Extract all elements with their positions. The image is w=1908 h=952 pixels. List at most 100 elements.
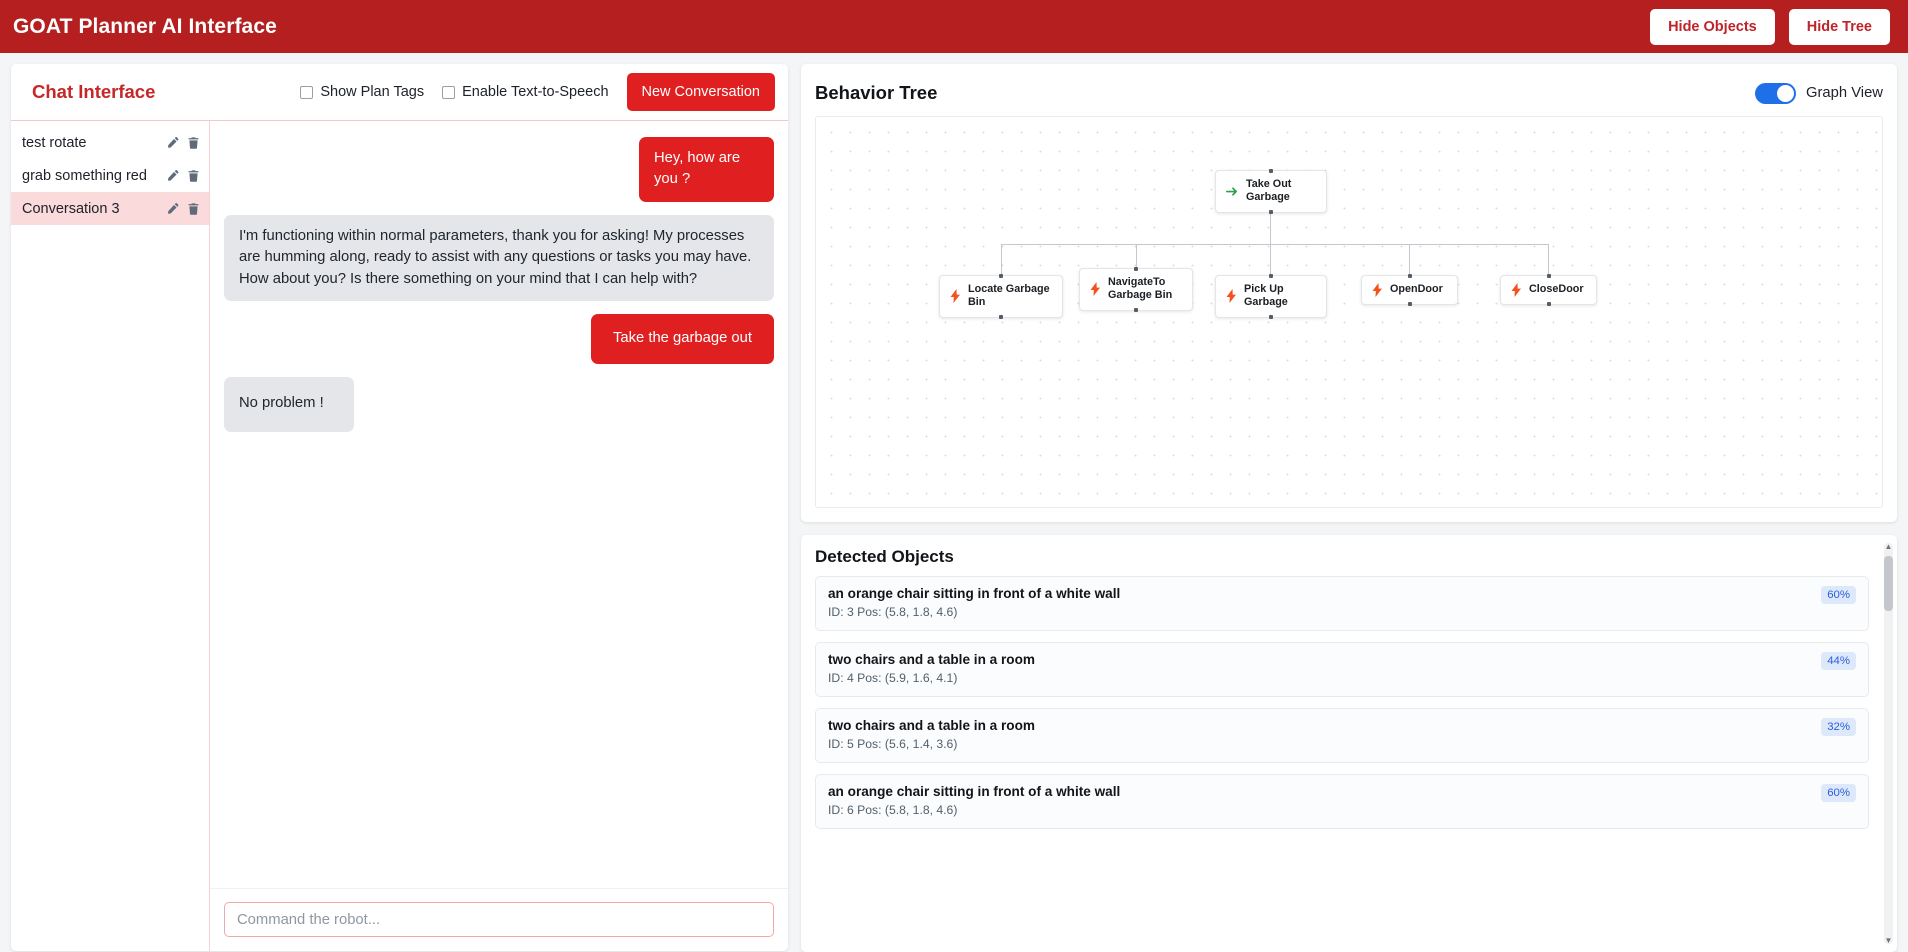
- delete-trash-icon[interactable]: [187, 202, 200, 216]
- detected-object-item[interactable]: an orange chair sitting in front of a wh…: [815, 576, 1869, 631]
- detected-object-item[interactable]: two chairs and a table in a room ID: 5 P…: [815, 708, 1869, 763]
- detected-object-description: two chairs and a table in a room: [828, 652, 1035, 667]
- detected-object-confidence-badge: 32%: [1821, 718, 1856, 736]
- detected-object-meta: ID: 6 Pos: (5.8, 1.8, 4.6): [828, 803, 958, 817]
- tree-edge: [1270, 244, 1271, 276]
- tree-edge: [1409, 244, 1410, 276]
- chat-panel: Chat Interface Show Plan Tags Enable Tex…: [11, 64, 788, 951]
- detected-object-main: an orange chair sitting in front of a wh…: [828, 586, 1811, 619]
- node-port-bottom: [1407, 302, 1412, 306]
- detected-object-main: two chairs and a table in a room ID: 4 P…: [828, 652, 1811, 685]
- node-port-bottom: [1269, 314, 1273, 319]
- lightning-icon: [1226, 289, 1237, 304]
- detected-object-item[interactable]: two chairs and a table in a room ID: 4 P…: [815, 642, 1869, 697]
- detected-object-item[interactable]: an orange chair sitting in front of a wh…: [815, 774, 1869, 829]
- checkbox-icon[interactable]: [300, 85, 314, 99]
- detected-object-description: an orange chair sitting in front of a wh…: [828, 586, 1121, 601]
- chat-panel-header: Chat Interface Show Plan Tags Enable Tex…: [11, 64, 788, 121]
- scroll-down-arrow-icon[interactable]: ▼: [1884, 936, 1893, 945]
- tree-node-label: Locate Garbage Bin: [968, 283, 1050, 309]
- tree-node-label: CloseDoor: [1529, 283, 1584, 296]
- lightning-icon: [1511, 283, 1522, 297]
- tree-node[interactable]: NavigateTo Garbage Bin: [1079, 267, 1193, 312]
- assistant-message-bubble: I'm functioning within normal parameters…: [224, 214, 774, 302]
- detected-object-description: an orange chair sitting in front of a wh…: [828, 784, 1121, 799]
- conversation-list-item-active[interactable]: Conversation 3: [11, 192, 209, 225]
- message-column: Hey, how are you ? I'm functioning withi…: [210, 121, 788, 951]
- app-header-actions: Hide Objects Hide Tree: [1650, 8, 1890, 45]
- show-plan-tags-checkbox[interactable]: Show Plan Tags: [300, 84, 424, 100]
- tree-node-label: OpenDoor: [1390, 283, 1443, 296]
- message-row: Take the garbage out: [224, 314, 774, 364]
- node-port-bottom: [999, 314, 1003, 319]
- node-port-top: [1546, 274, 1551, 278]
- hide-objects-button[interactable]: Hide Objects: [1650, 8, 1775, 45]
- conversation-actions: [166, 169, 200, 183]
- show-plan-tags-label: Show Plan Tags: [320, 84, 425, 100]
- conversation-actions: [166, 136, 200, 150]
- tree-node[interactable]: CloseDoor: [1500, 274, 1597, 306]
- checkbox-icon[interactable]: [442, 85, 456, 99]
- delete-trash-icon[interactable]: [187, 169, 200, 183]
- command-input[interactable]: [224, 902, 774, 937]
- tree-edge: [1548, 244, 1549, 276]
- behavior-tree-view-controls: Graph View: [1754, 82, 1883, 104]
- enable-tts-checkbox[interactable]: Enable Text-to-Speech: [442, 84, 609, 100]
- node-port-top: [1407, 274, 1412, 278]
- conversation-name: grab something red: [22, 167, 147, 184]
- tree-node[interactable]: Locate Garbage Bin: [939, 274, 1063, 319]
- right-column: Behavior Tree Graph View Take Out Garbag…: [801, 64, 1897, 952]
- tree-node[interactable]: OpenDoor: [1361, 274, 1458, 306]
- message-row: Hey, how are you ?: [224, 137, 774, 202]
- node-port-top: [1134, 267, 1138, 271]
- app-title: GOAT Planner AI Interface: [13, 14, 277, 38]
- conversation-list-item[interactable]: test rotate: [11, 126, 209, 159]
- arrow-right-icon: [1226, 185, 1239, 198]
- graph-view-toggle[interactable]: [1754, 82, 1796, 104]
- detected-object-meta: ID: 5 Pos: (5.6, 1.4, 3.6): [828, 737, 958, 751]
- edit-pencil-icon[interactable]: [166, 169, 179, 183]
- detected-object-main: an orange chair sitting in front of a wh…: [828, 784, 1811, 817]
- conversation-name: Conversation 3: [22, 200, 120, 217]
- tree-edge: [1001, 244, 1002, 276]
- conversation-list[interactable]: test rotate grab something red Conversat…: [11, 121, 210, 951]
- chat-panel-controls: Show Plan Tags Enable Text-to-Speech New…: [300, 73, 775, 111]
- tree-edge: [1001, 244, 1548, 245]
- enable-tts-label: Enable Text-to-Speech: [462, 84, 609, 100]
- detected-objects-panel: Detected Objects an orange chair sitting…: [801, 535, 1897, 952]
- behavior-tree-canvas[interactable]: Take Out Garbage Locate Garbage Bin Navi…: [815, 116, 1883, 508]
- behavior-tree-title: Behavior Tree: [815, 82, 938, 103]
- detected-object-confidence-badge: 44%: [1821, 652, 1856, 670]
- behavior-tree-header: Behavior Tree Graph View: [815, 76, 1883, 110]
- composer: [210, 889, 788, 951]
- detected-objects-scrollbar[interactable]: ▲ ▼: [1884, 542, 1893, 945]
- chat-body: test rotate grab something red Conversat…: [11, 121, 788, 951]
- tree-node[interactable]: Pick Up Garbage: [1215, 274, 1327, 319]
- node-port-top: [1269, 274, 1273, 278]
- node-port-bottom: [1269, 209, 1273, 214]
- hide-tree-button[interactable]: Hide Tree: [1788, 8, 1890, 45]
- node-port-top: [1269, 169, 1273, 173]
- user-message-bubble: Hey, how are you ?: [639, 137, 774, 202]
- page-body: Chat Interface Show Plan Tags Enable Tex…: [0, 53, 1908, 952]
- edit-pencil-icon[interactable]: [166, 202, 179, 216]
- detected-objects-list[interactable]: an orange chair sitting in front of a wh…: [815, 576, 1883, 952]
- conversation-name: test rotate: [22, 134, 87, 151]
- chat-panel-title: Chat Interface: [32, 81, 156, 102]
- message-row: No problem !: [224, 376, 774, 432]
- conversation-actions: [166, 202, 200, 216]
- user-message-bubble: Take the garbage out: [590, 314, 774, 364]
- delete-trash-icon[interactable]: [187, 136, 200, 150]
- tree-node-root[interactable]: Take Out Garbage: [1215, 169, 1327, 214]
- edit-pencil-icon[interactable]: [166, 136, 179, 150]
- lightning-icon: [1372, 283, 1383, 297]
- conversation-list-item[interactable]: grab something red: [11, 159, 209, 192]
- detected-object-description: two chairs and a table in a room: [828, 718, 1035, 733]
- scroll-up-arrow-icon[interactable]: ▲: [1884, 542, 1893, 551]
- assistant-message-bubble: No problem !: [224, 376, 354, 432]
- scrollbar-thumb[interactable]: [1884, 556, 1893, 611]
- detected-object-meta: ID: 4 Pos: (5.9, 1.6, 4.1): [828, 671, 958, 685]
- detected-object-confidence-badge: 60%: [1821, 586, 1856, 604]
- new-conversation-button[interactable]: New Conversation: [626, 73, 775, 111]
- tree-node-label: Pick Up Garbage: [1244, 283, 1288, 309]
